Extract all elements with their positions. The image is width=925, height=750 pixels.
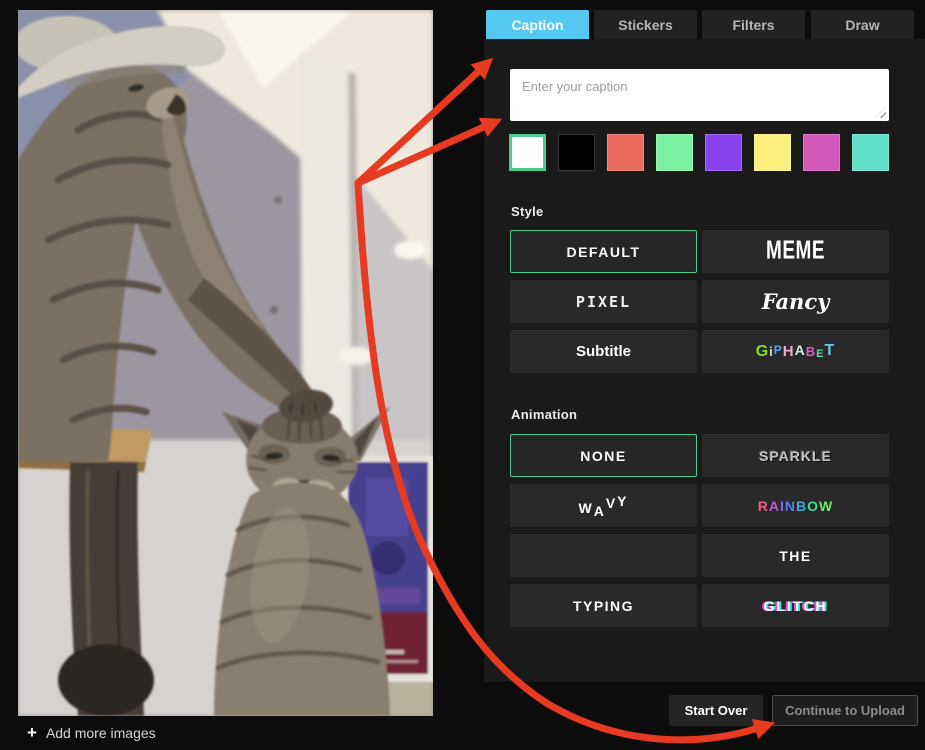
tab-stickers[interactable]: Stickers — [594, 10, 697, 39]
animation-option-glitch[interactable]: GLITCH — [702, 584, 889, 627]
animation-option-none[interactable]: NONE — [510, 434, 697, 477]
color-swatch-green[interactable] — [656, 134, 693, 171]
start-over-button[interactable]: Start Over — [669, 695, 763, 726]
style-option-meme[interactable]: MEME — [702, 230, 889, 273]
option-label: MEME — [766, 237, 825, 267]
tab-caption[interactable]: Caption — [486, 10, 589, 39]
style-section-label: Style — [511, 204, 544, 219]
option-label: PIXEL — [576, 293, 631, 311]
color-swatch-purple[interactable] — [705, 134, 742, 171]
tab-filters[interactable]: Filters — [702, 10, 805, 39]
option-label: NONE — [580, 448, 626, 464]
animation-option-typing[interactable]: TYPING — [510, 584, 697, 627]
option-label: Subtitle — [576, 343, 631, 360]
animation-option-the[interactable]: THE — [702, 534, 889, 577]
caption-input[interactable] — [510, 69, 889, 121]
animation-section-label: Animation — [511, 407, 577, 422]
option-label: RAINBOW — [758, 498, 834, 514]
option-label: DEFAULT — [566, 244, 640, 260]
option-label: Fancy — [762, 289, 830, 314]
gif-editor-app: Caption Stickers Filters Draw Style DEFA… — [0, 0, 925, 750]
animation-option-wavy[interactable]: WAVY — [510, 484, 697, 527]
gif-preview-image — [18, 10, 433, 716]
animation-option-rainbow[interactable]: RAINBOW — [702, 484, 889, 527]
add-more-images-button[interactable]: + Add more images — [27, 724, 156, 741]
style-option-default[interactable]: DEFAULT — [510, 230, 697, 273]
style-option-giphabet[interactable]: GiPHABET — [702, 330, 889, 373]
continue-to-upload-button[interactable]: Continue to Upload — [772, 695, 918, 726]
color-swatch-black[interactable] — [558, 134, 595, 171]
option-label: SPARKLE — [759, 448, 832, 464]
animation-option-blank[interactable] — [510, 534, 697, 577]
option-label: TYPING — [573, 598, 634, 614]
color-swatch-magenta[interactable] — [803, 134, 840, 171]
color-swatch-white[interactable] — [509, 134, 546, 171]
cats-photo-illustration — [18, 10, 433, 716]
option-label: WAVY — [578, 498, 628, 514]
add-more-images-label: Add more images — [46, 725, 156, 741]
color-swatch-salmon[interactable] — [607, 134, 644, 171]
style-option-fancy[interactable]: Fancy — [702, 280, 889, 323]
style-option-subtitle[interactable]: Subtitle — [510, 330, 697, 373]
color-swatch-teal[interactable] — [852, 134, 889, 171]
tab-draw[interactable]: Draw — [811, 10, 914, 39]
animation-option-sparkle[interactable]: SPARKLE — [702, 434, 889, 477]
option-label: THE — [779, 548, 812, 564]
color-swatch-yellow[interactable] — [754, 134, 791, 171]
style-option-pixel[interactable]: PIXEL — [510, 280, 697, 323]
option-label: GiPHABET — [756, 343, 836, 361]
plus-icon: + — [27, 724, 37, 741]
option-label: GLITCH — [763, 598, 827, 614]
